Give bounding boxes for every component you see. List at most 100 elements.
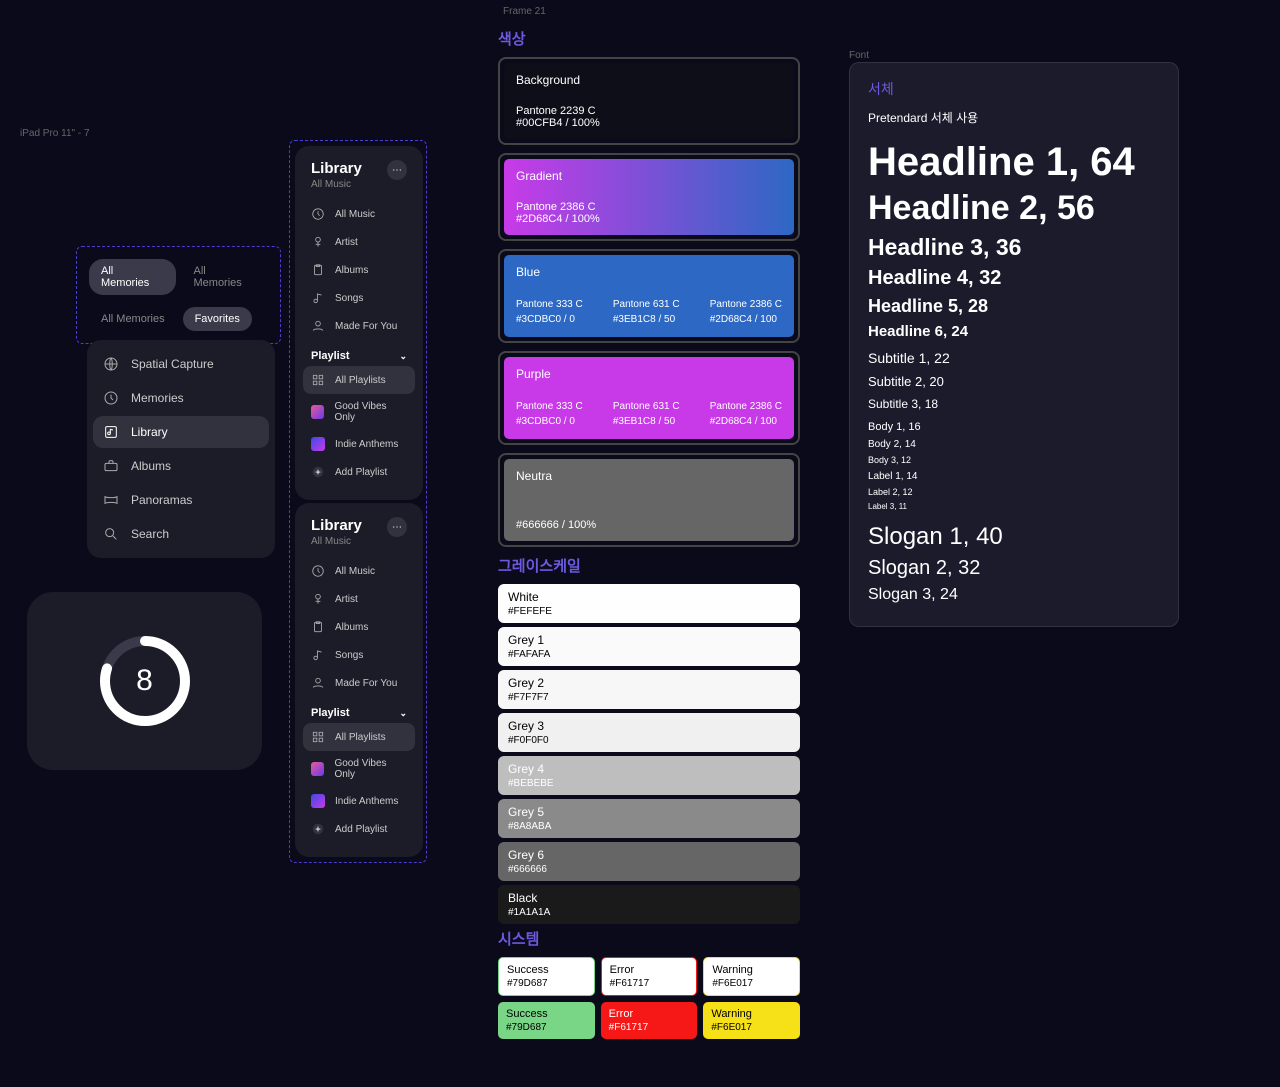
lib-all-music[interactable]: All Music [303, 557, 415, 585]
lib-made-for-you[interactable]: Made For You [303, 312, 415, 340]
more-button[interactable]: ⋯ [387, 160, 407, 180]
lib-add-playlist[interactable]: Add Playlist [303, 815, 415, 843]
lib-label: Songs [335, 293, 363, 304]
library-title: Library [311, 517, 362, 534]
nav-label: Panoramas [131, 493, 192, 507]
swatch-name: Gradient [516, 169, 782, 183]
progress-value: 8 [136, 664, 153, 698]
nav-library[interactable]: Library [93, 416, 269, 448]
lib-made-for-you[interactable]: Made For You [303, 669, 415, 697]
lib-label: Songs [335, 650, 363, 661]
lib-all-playlists[interactable]: All Playlists [303, 366, 415, 394]
lib-add-playlist[interactable]: Add Playlist [303, 458, 415, 486]
lib-label: Indie Anthems [335, 439, 398, 450]
user-icon [311, 319, 325, 333]
font-sample-h2: Headline 2, 56 [868, 189, 1160, 228]
nav-search[interactable]: Search [93, 518, 269, 550]
swatch-neutra: Neutra #666666 / 100% [498, 453, 800, 547]
chips-panel: All Memories All Memories All Memories F… [76, 246, 281, 344]
playlist-section-header[interactable]: Playlist⌄ [303, 697, 415, 723]
chip-favorites[interactable]: Favorites [183, 307, 252, 331]
font-panel-title: 서체 [868, 79, 1160, 99]
lib-playlist-good-vibes[interactable]: Good Vibes Only [303, 394, 415, 430]
swatch-name: Blue [516, 265, 782, 279]
nav-spatial-capture[interactable]: Spatial Capture [93, 348, 269, 380]
swatch-code: #2D68C4 / 100% [516, 213, 782, 225]
swatch-col: Pantone 631 C [613, 297, 680, 312]
swatch-blue: Blue Pantone 333 C#3CDBC0 / 0 Pantone 63… [498, 249, 800, 343]
lib-songs[interactable]: Songs [303, 284, 415, 312]
swatch-col: #3EB1C8 / 50 [613, 414, 680, 429]
system-error-outline: Error#F61717 [601, 957, 698, 996]
frame-label-font: Font [849, 50, 869, 61]
system-success-outline: Success#79D687 [498, 957, 595, 996]
lib-albums[interactable]: Albums [303, 256, 415, 284]
playlist-thumb-icon [311, 762, 324, 776]
note-icon [311, 648, 325, 662]
grayscale-name: Grey 1 [508, 633, 790, 647]
playlist-section-header[interactable]: Playlist⌄ [303, 340, 415, 366]
library-panel-group: Library All Music ⋯ All Music Artist Alb… [289, 140, 427, 863]
lib-label: Made For You [335, 321, 397, 332]
font-sample-body2: Body 2, 14 [868, 439, 1160, 450]
lib-playlist-indie[interactable]: Indie Anthems [303, 787, 415, 815]
lib-playlist-indie[interactable]: Indie Anthems [303, 430, 415, 458]
more-button[interactable]: ⋯ [387, 517, 407, 537]
chip-all-memories-inactive[interactable]: All Memories [182, 259, 269, 295]
chip-all-memories-2[interactable]: All Memories [89, 307, 177, 331]
mic-icon [311, 235, 325, 249]
grayscale-swatch: Grey 4#BEBEBE [498, 756, 800, 795]
grayscale-code: #FEFEFE [508, 606, 790, 617]
lib-albums[interactable]: Albums [303, 613, 415, 641]
lib-label: Made For You [335, 678, 397, 689]
font-sample-h5: Headline 5, 28 [868, 296, 1160, 317]
grayscale-swatch: Grey 3#F0F0F0 [498, 713, 800, 752]
lib-songs[interactable]: Songs [303, 641, 415, 669]
font-sample-subtitle3: Subtitle 3, 18 [868, 397, 1160, 411]
grayscale-swatch: White#FEFEFE [498, 584, 800, 623]
font-sample-body1: Body 1, 16 [868, 421, 1160, 433]
section-title-colors: 색상 [498, 28, 800, 49]
system-success-fill: Success#79D687 [498, 1002, 595, 1039]
swatch-col: #3CDBC0 / 0 [516, 414, 583, 429]
swatch-purple: Purple Pantone 333 C#3CDBC0 / 0 Pantone … [498, 351, 800, 445]
nav-albums[interactable]: Albums [93, 450, 269, 482]
lib-playlist-good-vibes[interactable]: Good Vibes Only [303, 751, 415, 787]
lib-label: All Music [335, 209, 375, 220]
clock-icon [311, 207, 325, 221]
lib-label: All Playlists [335, 375, 386, 386]
swatch-col: Pantone 2386 C [710, 399, 782, 414]
chip-all-memories-active[interactable]: All Memories [89, 259, 176, 295]
grayscale-name: Grey 5 [508, 805, 790, 819]
color-section: 색상 Background Pantone 2239 C #00CFB4 / 1… [498, 28, 800, 1045]
plus-icon [311, 465, 325, 479]
swatch-pantone: Pantone 2386 C [516, 201, 782, 213]
grayscale-name: Grey 2 [508, 676, 790, 690]
nav-panoramas[interactable]: Panoramas [93, 484, 269, 516]
progress-tile: 8 [27, 592, 262, 770]
grayscale-code: #BEBEBE [508, 778, 790, 789]
swatch-pantone: Pantone 2239 C [516, 105, 782, 117]
nav-label: Spatial Capture [131, 357, 214, 371]
nav-memories[interactable]: Memories [93, 382, 269, 414]
lib-label: Artist [335, 594, 358, 605]
lib-artist[interactable]: Artist [303, 585, 415, 613]
lib-label: Indie Anthems [335, 796, 398, 807]
lib-all-playlists[interactable]: All Playlists [303, 723, 415, 751]
font-sample-h6: Headline 6, 24 [868, 323, 1160, 340]
font-panel-subtitle: Pretendard 서체 사용 [868, 109, 1160, 126]
mic-icon [311, 592, 325, 606]
nav-label: Albums [131, 459, 171, 473]
grayscale-name: Grey 6 [508, 848, 790, 862]
lib-all-music[interactable]: All Music [303, 200, 415, 228]
lib-label: All Music [335, 566, 375, 577]
library-title: Library [311, 160, 362, 177]
font-sample-h3: Headline 3, 36 [868, 234, 1160, 261]
search-icon [103, 526, 119, 542]
font-sample-label1: Label 1, 14 [868, 471, 1160, 482]
briefcase-icon [103, 458, 119, 474]
lib-artist[interactable]: Artist [303, 228, 415, 256]
system-warning-fill: Warning#F6E017 [703, 1002, 800, 1039]
library-subtitle: All Music [311, 179, 362, 190]
playlist-thumb-icon [311, 794, 325, 808]
